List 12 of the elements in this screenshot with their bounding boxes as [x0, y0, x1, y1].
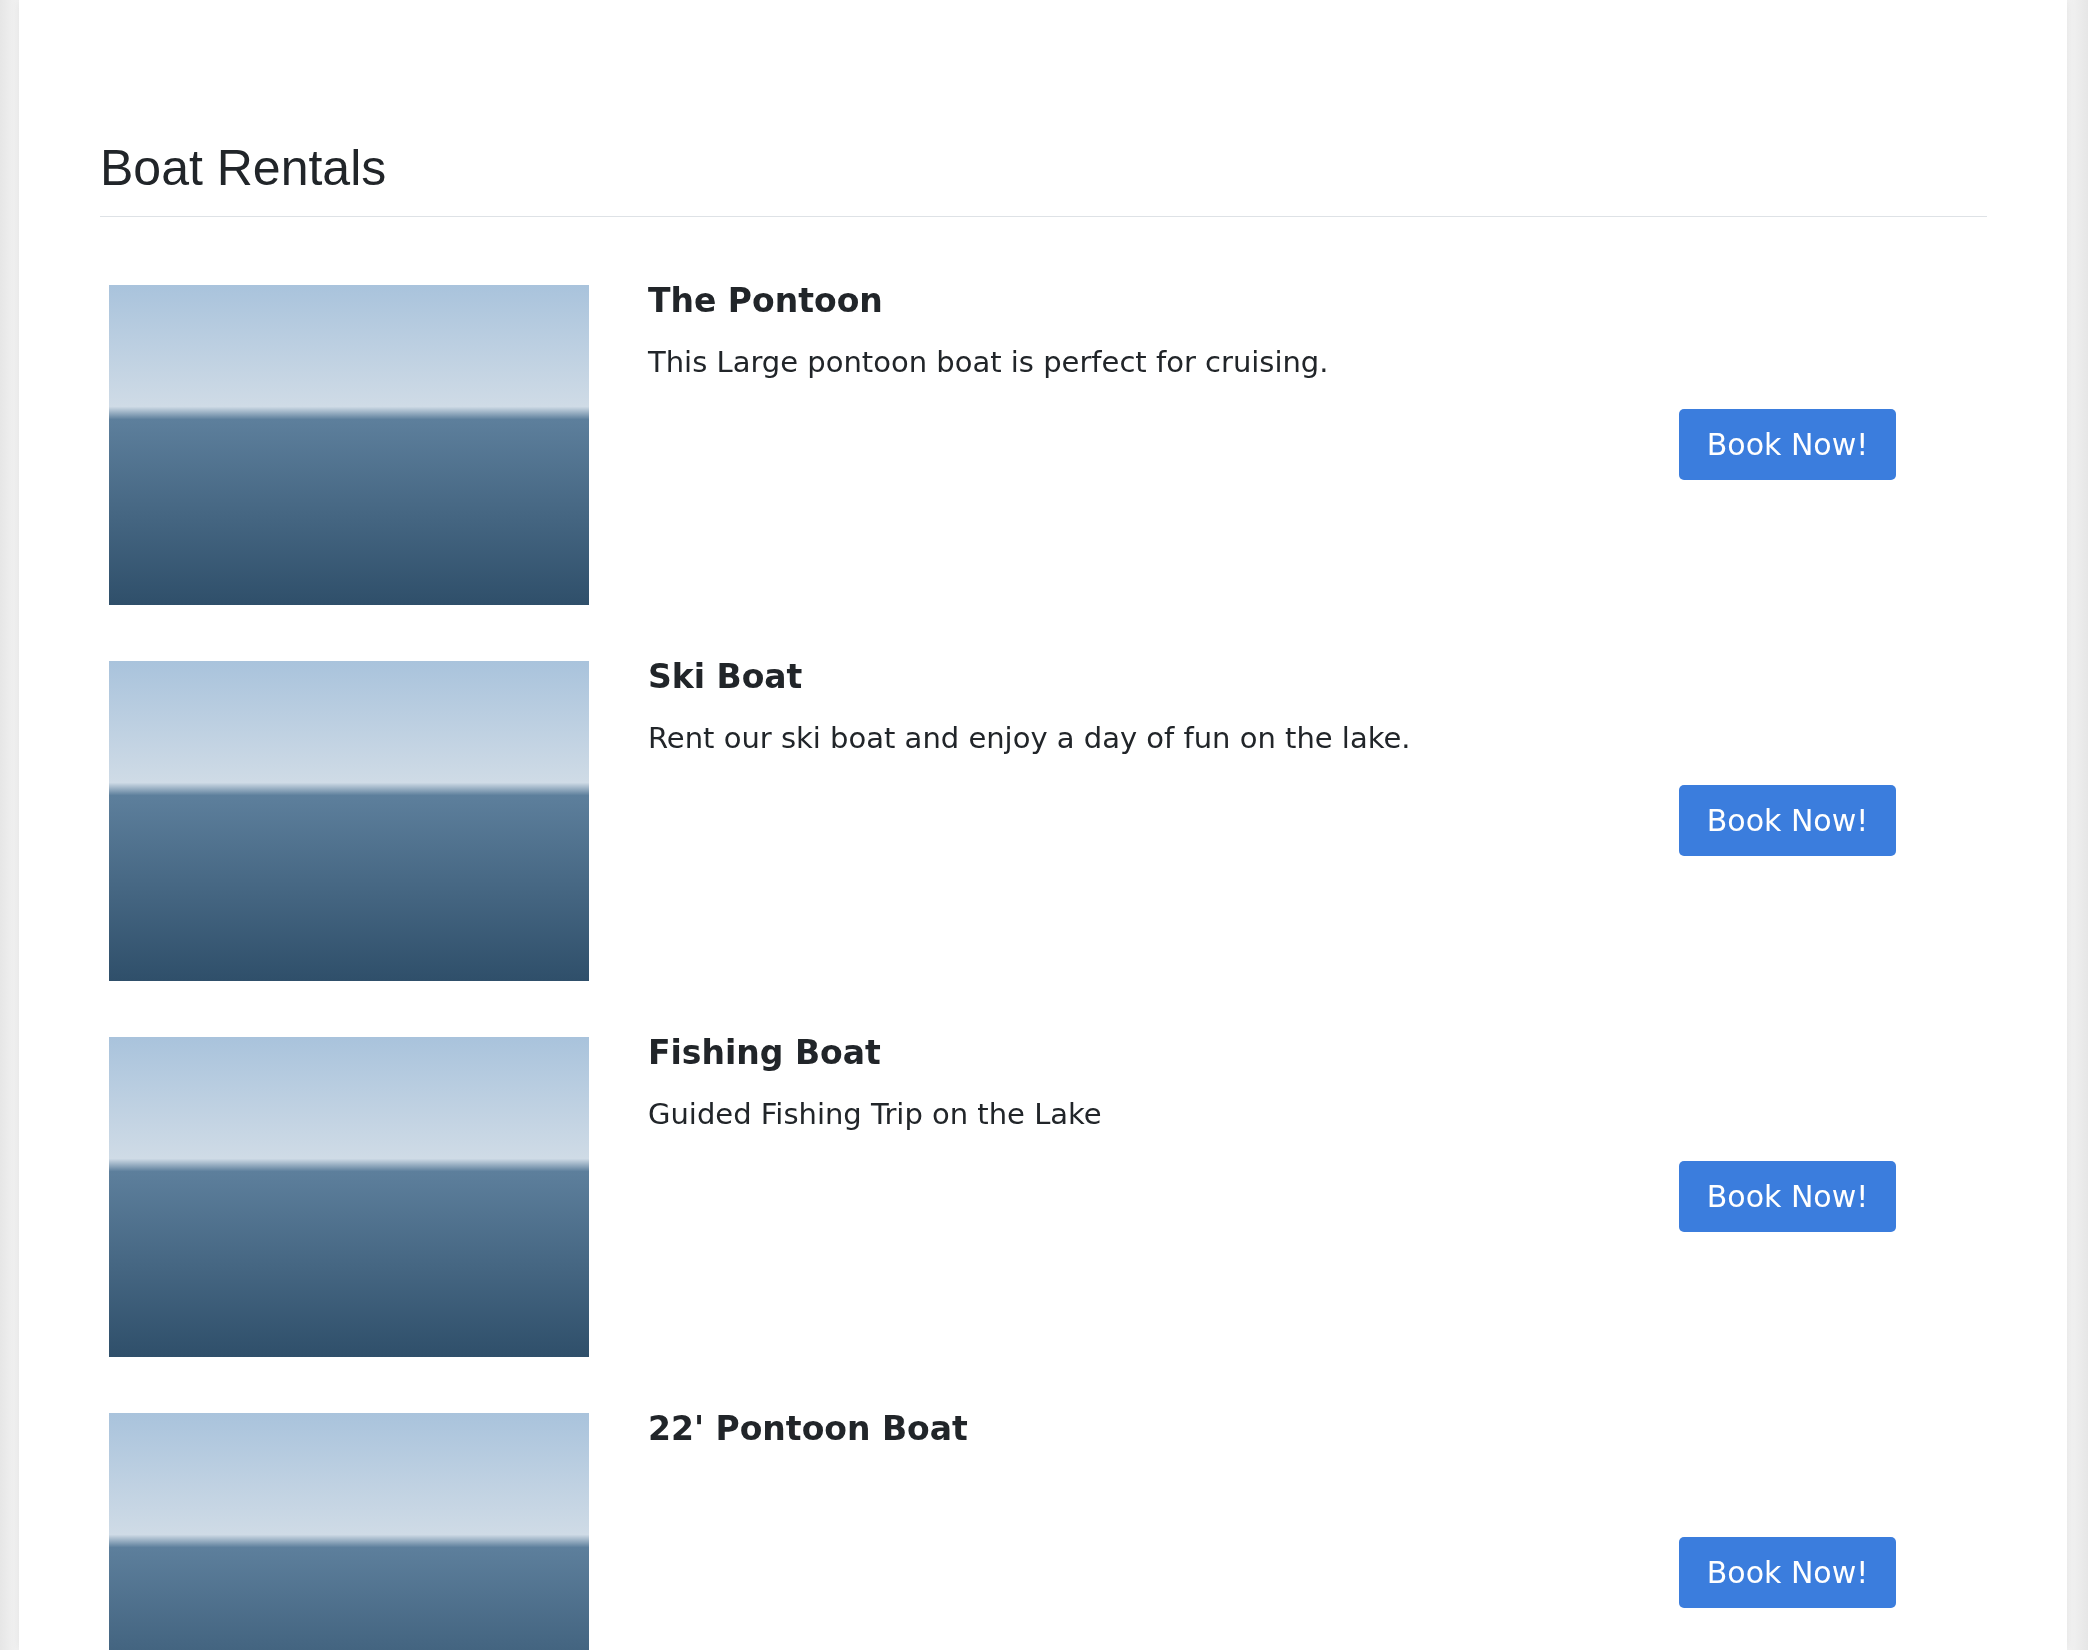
book-now-button[interactable]: Book Now!: [1679, 1161, 1896, 1232]
boat-description: This Large pontoon boat is perfect for cruising.: [648, 344, 1330, 380]
boat-description: Rent our ski boat and enjoy a day of fun on the lake.: [648, 720, 1412, 756]
boat-name: 22' Pontoon Boat: [648, 1409, 969, 1449]
page-title: Boat Rentals: [100, 139, 388, 198]
boat-name: Ski Boat: [648, 657, 804, 697]
boat-name: The Pontoon: [648, 281, 884, 321]
book-now-button[interactable]: Book Now!: [1679, 409, 1896, 480]
book-now-button[interactable]: Book Now!: [1679, 1537, 1896, 1608]
boat-description: Guided Fishing Trip on the Lake: [648, 1096, 1103, 1132]
book-now-button[interactable]: Book Now!: [1679, 785, 1896, 856]
boat-name: Fishing Boat: [648, 1033, 882, 1073]
